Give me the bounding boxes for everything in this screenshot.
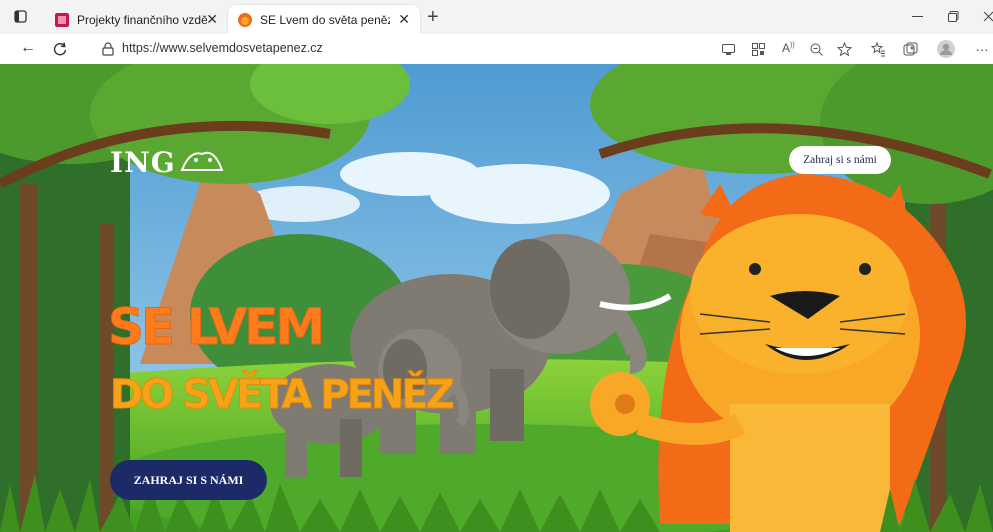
hero-scene: ING Zahraj si s námi SE LVEM DO SVĚTA PE… [0,64,993,532]
tab-title: SE Lvem do světa peněz [260,12,390,27]
url-text: https://www.selvemdosvetapenez.cz [122,41,323,55]
hero-title-line2: DO SVĚTA PENĚZ [110,372,456,419]
profile-avatar-icon[interactable] [937,40,955,58]
tab-projekty[interactable]: Projekty finančního vzdělávání | ✕ [45,5,228,34]
play-with-us-header-button[interactable]: Zahraj si s námi [789,146,891,174]
address-bar: ← https://www.selvemdosvetapenez.cz A)) … [0,34,993,65]
favorites-icon[interactable] [871,42,886,57]
qr-scan-icon[interactable] [752,43,765,56]
tab-se-lvem[interactable]: SE Lvem do světa peněz ✕ [228,5,420,34]
read-aloud-icon[interactable]: A)) [782,41,795,55]
app-available-icon[interactable] [722,44,735,55]
close-window-icon[interactable] [983,11,993,22]
favicon-lion-icon [238,12,252,27]
play-with-us-cta-button[interactable]: ZAHRAJ SI S NÁMI [110,460,267,500]
reload-icon[interactable] [53,42,67,56]
collections-icon[interactable] [903,42,918,57]
tab-actions-icon[interactable] [14,10,27,23]
restore-icon[interactable] [948,11,959,22]
back-icon[interactable]: ← [20,39,36,57]
new-tab-icon[interactable]: + [427,6,439,29]
tab-strip: Projekty finančního vzdělávání | ✕ SE Lv… [0,0,993,34]
more-menu-icon[interactable]: … [975,38,989,54]
ing-lion-logo-icon [180,151,224,171]
close-tab-icon[interactable]: ✕ [398,11,410,28]
favicon-projekty-icon [55,12,69,27]
zoom-icon[interactable] [810,43,823,56]
lock-icon[interactable] [102,42,114,56]
hero-title-line1: SE LVEM [107,298,325,357]
minimize-icon[interactable] [912,16,923,18]
favorite-star-icon[interactable] [837,42,852,57]
tab-title: Projekty finančního vzdělávání | [77,12,207,27]
close-tab-icon[interactable]: ✕ [206,11,218,28]
url-field[interactable]: https://www.selvemdosvetapenez.cz [90,37,730,61]
ing-logo[interactable]: ING [110,146,176,179]
